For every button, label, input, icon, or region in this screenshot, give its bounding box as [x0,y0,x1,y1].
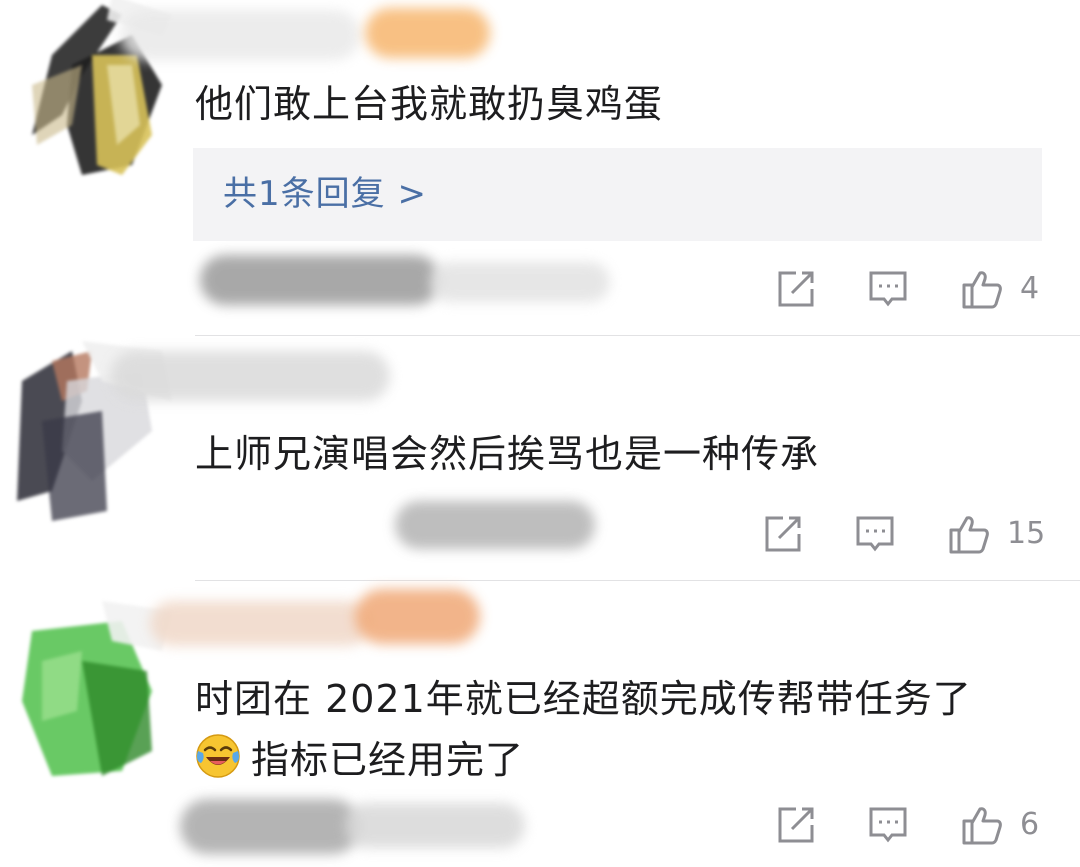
timestamp-blurred [395,501,595,549]
laughing-crying-emoji [195,733,241,779]
like-count: 4 [1020,271,1040,306]
share-icon[interactable] [774,267,818,311]
username-blurred[interactable] [110,351,390,401]
thumbs-up-icon[interactable] [960,267,1004,311]
like-count: 6 [1020,807,1040,842]
comment-actions: 6 [770,803,1060,851]
comment-2: 上师兄演唱会然后挨骂也是一种传承 15 [0,336,1080,580]
badge-blurred [365,8,490,58]
timestamp-blurred [200,255,440,305]
share-icon[interactable] [774,803,818,847]
timestamp-blurred [180,799,360,854]
comment-icon[interactable] [866,267,910,311]
like-count: 15 [1007,516,1046,551]
comment-text: 他们敢上台我就敢扔臭鸡蛋 [195,82,664,126]
timestamp-blurred [345,803,525,848]
thumbs-up-icon[interactable] [960,803,1004,847]
comment-icon[interactable] [853,512,897,556]
share-icon[interactable] [761,512,805,556]
comment-actions: 4 [770,267,1060,315]
thumbs-up-icon[interactable] [947,512,991,556]
comment-actions: 15 [757,512,1057,560]
view-replies-link[interactable]: 共1条回复 > [223,170,427,218]
username-blurred[interactable] [150,601,370,646]
comment-3: 时团在 2021年就已经超额完成传帮带任务了 指标已经用完了 6 [0,581,1080,867]
comment-text-line-2: 指标已经用完了 [195,733,524,786]
reply-box[interactable]: 共1条回复 > [193,148,1042,241]
comment-icon[interactable] [866,803,910,847]
comment-1: 他们敢上台我就敢扔臭鸡蛋 共1条回复 > 4 [0,0,1080,335]
badge-blurred [355,589,480,644]
timestamp-blurred [430,262,610,302]
comment-text: 上师兄演唱会然后挨骂也是一种传承 [195,432,820,476]
comment-text-line-2-text: 指标已经用完了 [251,738,525,782]
username-blurred[interactable] [120,10,360,60]
comment-text-line-1: 时团在 2021年就已经超额完成传帮带任务了 [195,677,972,721]
